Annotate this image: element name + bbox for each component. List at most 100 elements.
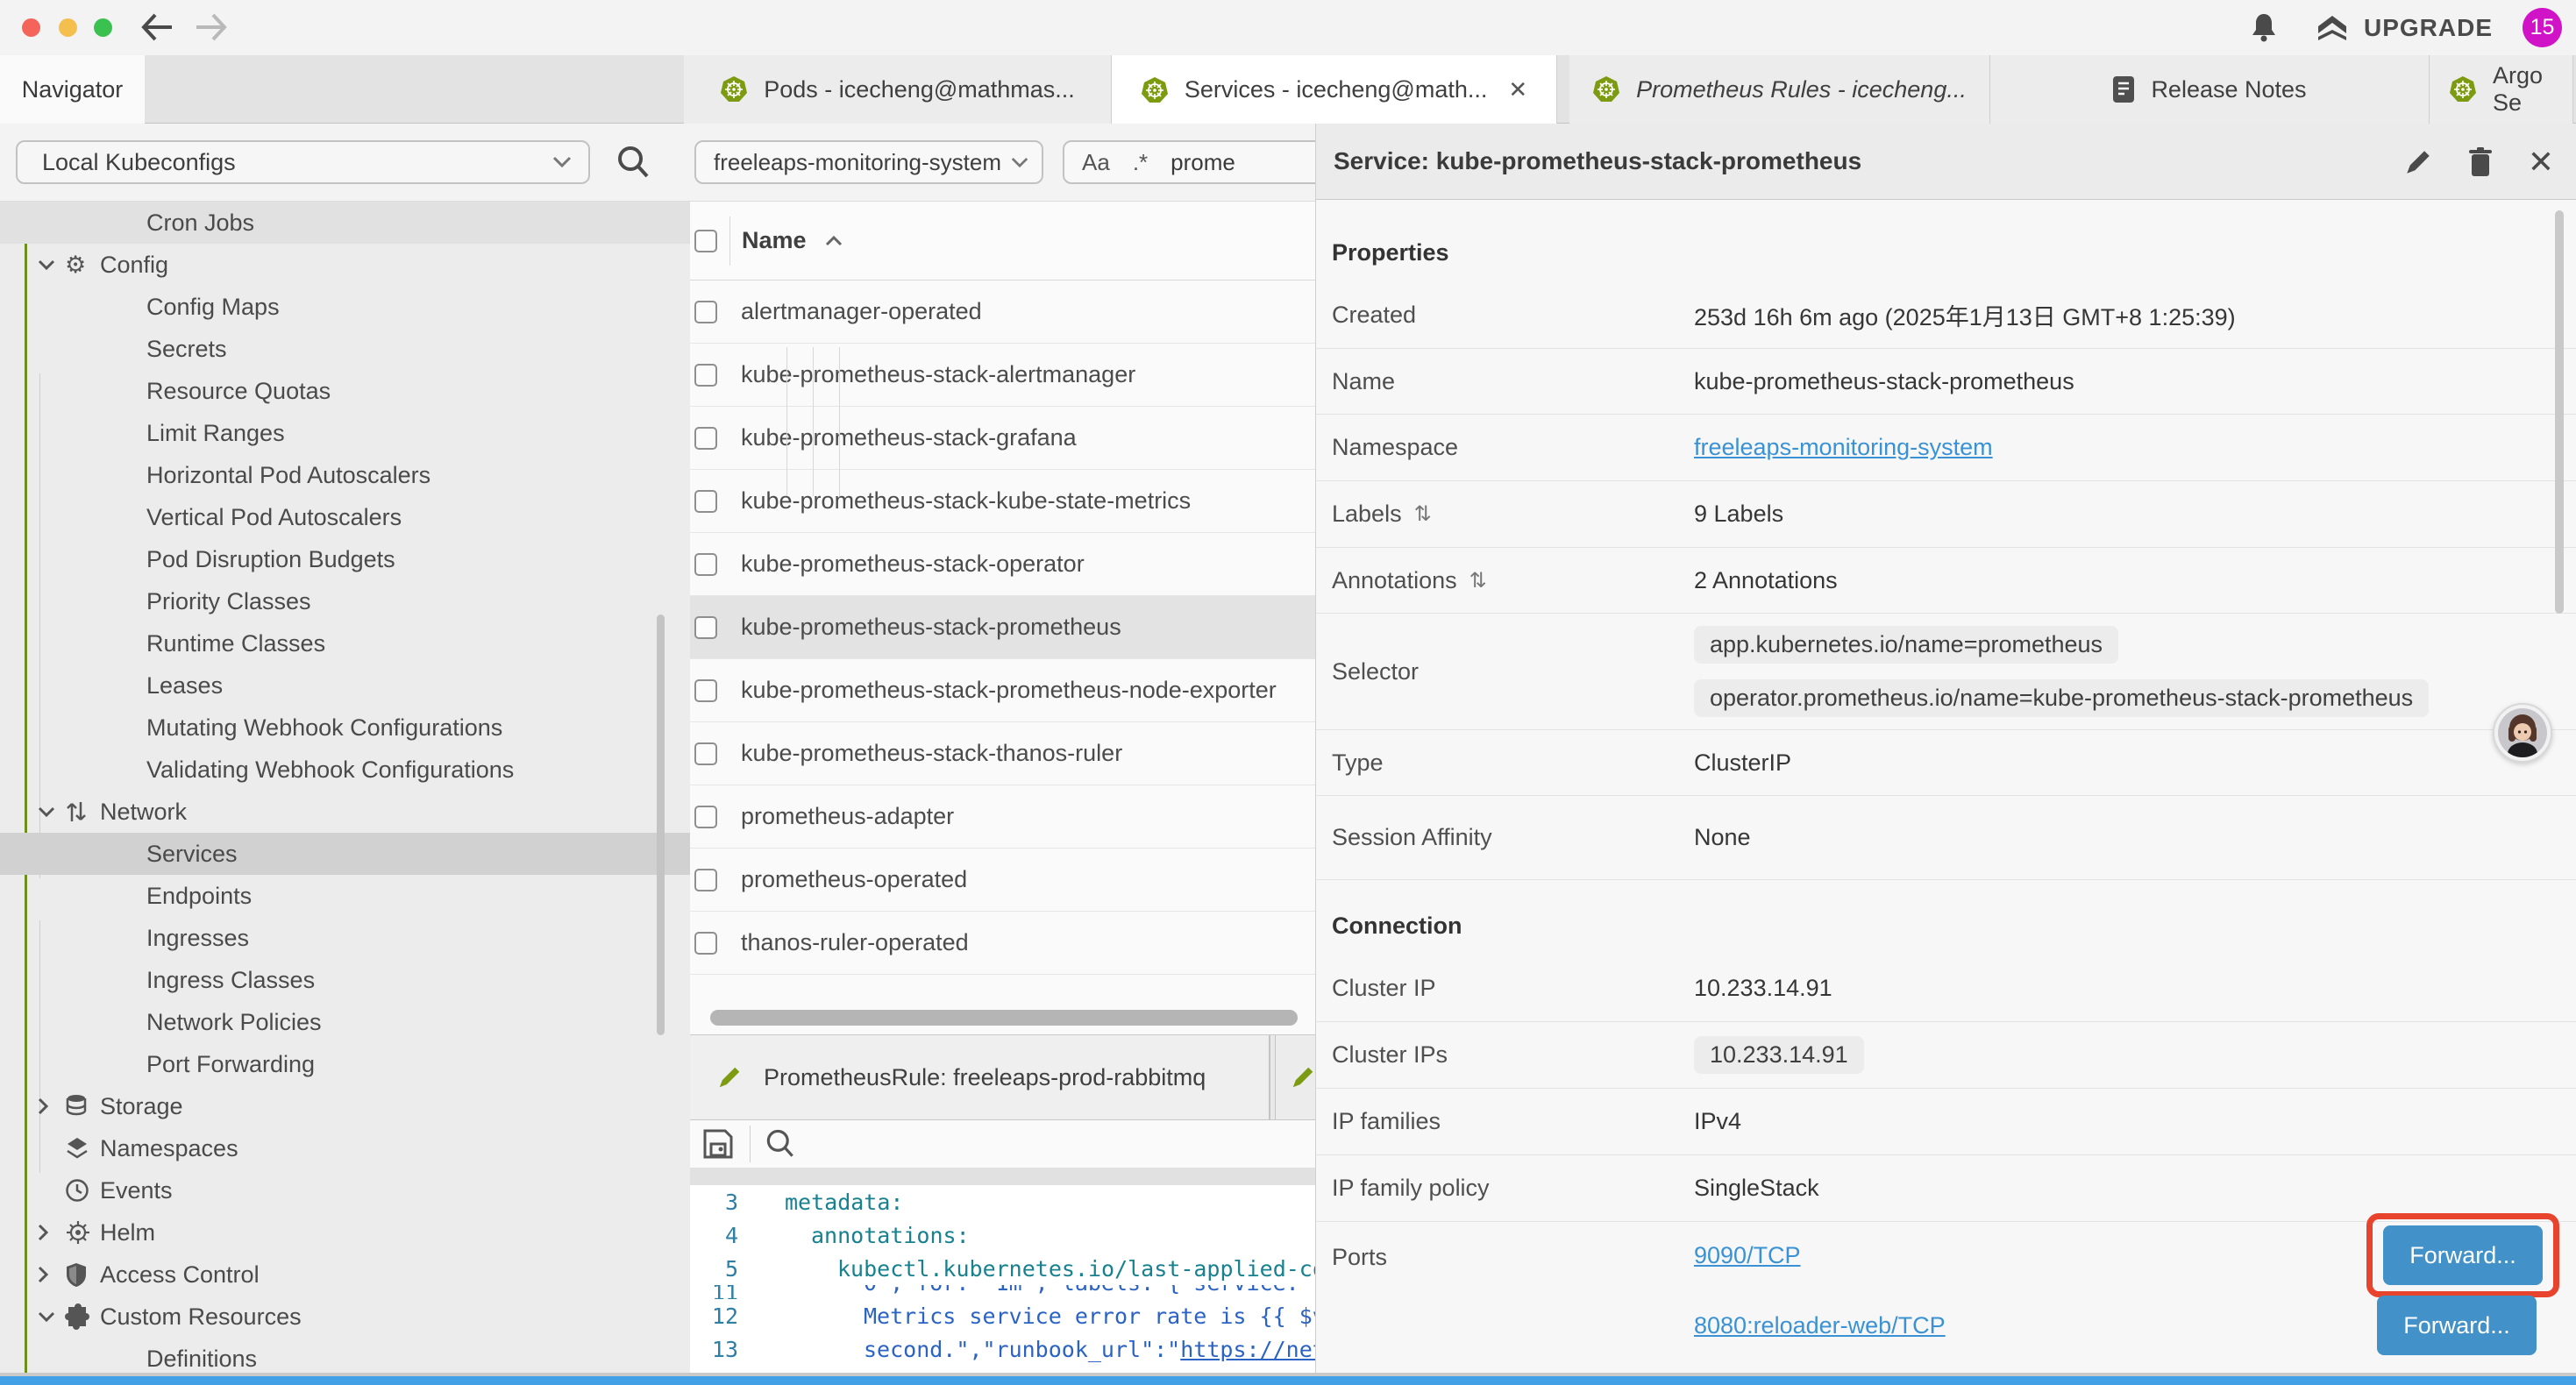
port-link[interactable]: 9090/TCP bbox=[1694, 1242, 1801, 1269]
row-checkbox[interactable] bbox=[694, 679, 717, 702]
app-tab[interactable]: Prometheus Rules - icecheng... bbox=[1569, 55, 1990, 124]
editor-indent-guide bbox=[786, 347, 787, 496]
expand-sort-icon[interactable]: ⇅ bbox=[1469, 568, 1487, 593]
user-avatar[interactable] bbox=[2493, 703, 2552, 763]
column-header-name[interactable]: Name bbox=[742, 227, 843, 254]
cluster-ip-chip: 10.233.14.91 bbox=[1694, 1036, 1864, 1074]
sidebar-item[interactable]: Storage bbox=[0, 1085, 690, 1127]
sidebar-item[interactable]: Resource Quotas bbox=[0, 370, 690, 412]
sidebar-item[interactable]: Limit Ranges bbox=[0, 412, 690, 454]
sidebar-item[interactable]: ⚙ Config bbox=[0, 244, 690, 286]
row-checkbox[interactable] bbox=[694, 806, 717, 828]
search-icon[interactable] bbox=[763, 1126, 798, 1161]
sidebar-item[interactable]: Ingress Classes bbox=[0, 959, 690, 1001]
table-row[interactable]: kube-prometheus-stack-prometheus bbox=[690, 596, 1315, 659]
maximize-window-button[interactable] bbox=[94, 18, 112, 37]
port-link[interactable]: 8080:reloader-web/TCP bbox=[1694, 1312, 1946, 1339]
delete-trash-icon[interactable] bbox=[2466, 146, 2494, 178]
row-checkbox[interactable] bbox=[694, 427, 717, 450]
row-checkbox[interactable] bbox=[694, 553, 717, 576]
table-row[interactable]: kube-prometheus-stack-grafana bbox=[690, 407, 1315, 470]
details-scrollbar[interactable] bbox=[2555, 210, 2564, 614]
table-row[interactable]: kube-prometheus-stack-prometheus-node-ex… bbox=[690, 659, 1315, 722]
close-window-button[interactable] bbox=[22, 18, 40, 37]
table-row[interactable]: alertmanager-operated bbox=[690, 281, 1315, 344]
row-checkbox[interactable] bbox=[694, 742, 717, 765]
edit-icon[interactable] bbox=[2403, 147, 2433, 177]
notifications-bell-icon[interactable] bbox=[2250, 12, 2278, 50]
editor-tab[interactable]: PrometheusRule: freeleaps-prod-rabbitmq bbox=[690, 1035, 1270, 1119]
close-icon[interactable]: ✕ bbox=[2528, 144, 2554, 181]
table-row[interactable]: kube-prometheus-stack-thanos-ruler bbox=[690, 722, 1315, 785]
details-title: Service: kube-prometheus-stack-prometheu… bbox=[1334, 147, 1861, 175]
namespace-link[interactable]: freeleaps-monitoring-system bbox=[1694, 434, 1993, 461]
row-checkbox[interactable] bbox=[694, 869, 717, 891]
table-row[interactable]: prometheus-adapter bbox=[690, 785, 1315, 849]
row-checkbox[interactable] bbox=[694, 932, 717, 955]
sidebar-item[interactable]: Custom Resources bbox=[0, 1296, 690, 1338]
sidebar-item[interactable]: Events bbox=[0, 1169, 690, 1211]
app-tab[interactable]: Services - icecheng@math... ✕ bbox=[1112, 55, 1557, 124]
notification-badge[interactable]: 15 bbox=[2523, 8, 2562, 47]
table-row[interactable]: thanos-ruler-operated bbox=[690, 912, 1315, 975]
sidebar-item[interactable]: Leases bbox=[0, 664, 690, 707]
sidebar-item[interactable]: Runtime Classes bbox=[0, 622, 690, 664]
sidebar-item[interactable]: Network bbox=[0, 791, 690, 833]
save-icon[interactable] bbox=[701, 1126, 736, 1161]
minimize-window-button[interactable] bbox=[59, 18, 77, 37]
table-row[interactable]: kube-prometheus-stack-operator bbox=[690, 533, 1315, 596]
sidebar-item[interactable]: Ingresses bbox=[0, 917, 690, 959]
upgrade-button[interactable]: UPGRADE bbox=[2315, 11, 2493, 46]
table-row[interactable]: kube-prometheus-stack-kube-state-metrics bbox=[690, 470, 1315, 533]
app-tab[interactable]: Pods - icecheng@mathmas... bbox=[684, 55, 1112, 124]
yaml-editor[interactable]: 3 metadata: 4 annotations: 5 kubectl.kub… bbox=[690, 1185, 1315, 1376]
sidebar-item[interactable]: Pod Disruption Budgets bbox=[0, 538, 690, 580]
row-cluster-ip: Cluster IP 10.233.14.91 bbox=[1316, 955, 2576, 1022]
select-all-checkbox[interactable] bbox=[694, 230, 717, 252]
close-tab-icon[interactable]: ✕ bbox=[1508, 76, 1527, 103]
sidebar-item[interactable]: Namespaces bbox=[0, 1127, 690, 1169]
row-created: Created 253d 16h 6m ago (2025年1月13日 GMT+… bbox=[1316, 282, 2576, 349]
search-icon[interactable] bbox=[614, 143, 652, 188]
filter-input[interactable]: Aa .* prome bbox=[1063, 140, 1315, 184]
tab-navigator[interactable]: Navigator bbox=[0, 55, 145, 124]
match-case-toggle[interactable]: Aa bbox=[1082, 149, 1110, 176]
namespace-selector[interactable]: freeleaps-monitoring-system bbox=[694, 140, 1043, 184]
app-tab[interactable]: Argo Se bbox=[2430, 55, 2573, 124]
table-row[interactable]: kube-prometheus-stack-alertmanager bbox=[690, 344, 1315, 407]
regex-toggle[interactable]: .* bbox=[1133, 149, 1148, 176]
forward-button[interactable]: Forward... bbox=[2383, 1225, 2543, 1285]
sidebar-item[interactable]: Network Policies bbox=[0, 1001, 690, 1043]
sidebar-item[interactable]: Port Forwarding bbox=[0, 1043, 690, 1085]
sidebar-item[interactable]: Vertical Pod Autoscalers bbox=[0, 496, 690, 538]
sidebar-item[interactable]: Endpoints bbox=[0, 875, 690, 917]
code-link[interactable]: https://netdata bbox=[1180, 1337, 1315, 1362]
table-row[interactable]: prometheus-operated bbox=[690, 849, 1315, 912]
expand-sort-icon[interactable]: ⇅ bbox=[1414, 501, 1432, 527]
sidebar-item[interactable]: Secrets bbox=[0, 328, 690, 370]
sidebar-item[interactable]: Mutating Webhook Configurations bbox=[0, 707, 690, 749]
sidebar-item[interactable]: Cron Jobs bbox=[0, 202, 690, 244]
sidebar-item[interactable]: Priority Classes bbox=[0, 580, 690, 622]
sidebar-item[interactable]: Services bbox=[0, 833, 690, 875]
sidebar-item[interactable]: Access Control bbox=[0, 1254, 690, 1296]
horizontal-scrollbar[interactable] bbox=[710, 1010, 1298, 1026]
row-checkbox[interactable] bbox=[694, 490, 717, 513]
back-arrow-icon[interactable] bbox=[140, 12, 174, 48]
sidebar-item[interactable]: Horizontal Pod Autoscalers bbox=[0, 454, 690, 496]
sidebar-item[interactable]: Validating Webhook Configurations bbox=[0, 749, 690, 791]
editor-scroll-band[interactable] bbox=[690, 1168, 1315, 1185]
row-checkbox[interactable] bbox=[694, 616, 717, 639]
code-line: 5 kubectl.kubernetes.io/last-applied-con… bbox=[690, 1252, 1315, 1285]
forward-button[interactable]: Forward... bbox=[2377, 1296, 2537, 1355]
app-tab[interactable]: Release Notes bbox=[1990, 55, 2430, 124]
row-checkbox[interactable] bbox=[694, 301, 717, 323]
sidebar-item[interactable]: Config Maps bbox=[0, 286, 690, 328]
editor-tab-partial[interactable] bbox=[1275, 1035, 1315, 1119]
port-line: 9090/TCP Forward... bbox=[1694, 1222, 2576, 1289]
row-checkbox[interactable] bbox=[694, 364, 717, 387]
sidebar-item[interactable]: Helm bbox=[0, 1211, 690, 1254]
forward-arrow-icon[interactable] bbox=[195, 12, 228, 48]
kubeconfig-selector[interactable]: Local Kubeconfigs bbox=[16, 140, 590, 184]
sidebar-scrollbar[interactable] bbox=[657, 614, 665, 1035]
